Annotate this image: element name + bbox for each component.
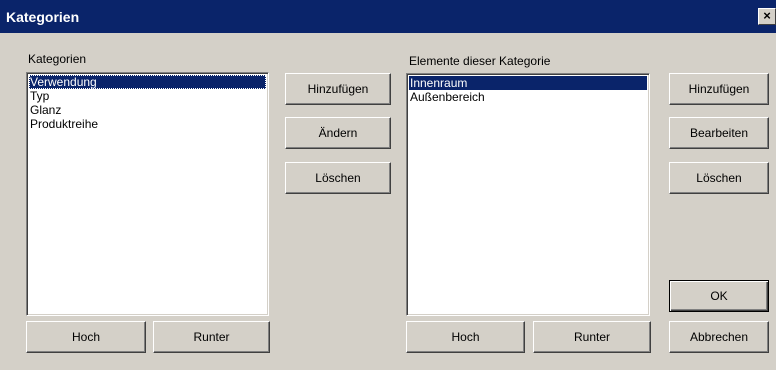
button-label: Hoch <box>71 330 101 344</box>
button-label: OK <box>710 289 728 303</box>
button-label: Hoch <box>451 330 480 344</box>
elements-listbox[interactable]: Innenraum Außenbereich <box>406 73 650 316</box>
cancel-button[interactable]: Abbrechen <box>669 321 769 353</box>
add-element-button[interactable]: Hinzufügen <box>669 73 769 105</box>
close-button[interactable]: × <box>758 8 776 25</box>
window-title: Kategorien <box>6 9 80 25</box>
button-label: Abbrechen <box>689 330 749 344</box>
category-up-button[interactable]: Hoch <box>26 321 146 353</box>
change-category-button[interactable]: Ändern <box>285 117 391 149</box>
delete-element-button[interactable]: Löschen <box>669 162 769 194</box>
categories-label: Kategorien <box>28 52 87 66</box>
edit-element-button[interactable]: Bearbeiten <box>669 117 769 149</box>
list-item[interactable]: Produktreihe <box>29 117 266 131</box>
add-category-button[interactable]: Hinzufügen <box>285 73 391 105</box>
list-item[interactable]: Innenraum <box>409 76 647 90</box>
button-label: Hinzufügen <box>307 82 369 96</box>
list-item[interactable]: Glanz <box>29 103 266 117</box>
title-bar[interactable]: Kategorien × <box>0 0 776 33</box>
delete-category-button[interactable]: Löschen <box>285 162 391 194</box>
button-label: Runter <box>573 330 611 344</box>
list-item[interactable]: Außenbereich <box>409 90 647 104</box>
ok-button[interactable]: OK <box>669 280 769 312</box>
list-item[interactable]: Verwendung <box>29 75 266 89</box>
element-down-button[interactable]: Runter <box>533 321 651 353</box>
element-up-button[interactable]: Hoch <box>406 321 525 353</box>
button-label: Löschen <box>696 171 742 185</box>
button-label: Bearbeiten <box>689 126 749 140</box>
list-item[interactable]: Typ <box>29 89 266 103</box>
button-label: Hinzufügen <box>688 82 750 96</box>
dialog-window: Kategorien × Kategorien Verwendung Typ G… <box>0 0 776 370</box>
button-label: Runter <box>193 330 230 344</box>
categories-listbox[interactable]: Verwendung Typ Glanz Produktreihe <box>26 72 269 316</box>
button-label: Ändern <box>318 126 358 140</box>
button-label: Löschen <box>315 171 361 185</box>
elements-label: Elemente dieser Kategorie <box>409 54 551 68</box>
category-down-button[interactable]: Runter <box>153 321 270 353</box>
close-icon: × <box>763 8 771 23</box>
